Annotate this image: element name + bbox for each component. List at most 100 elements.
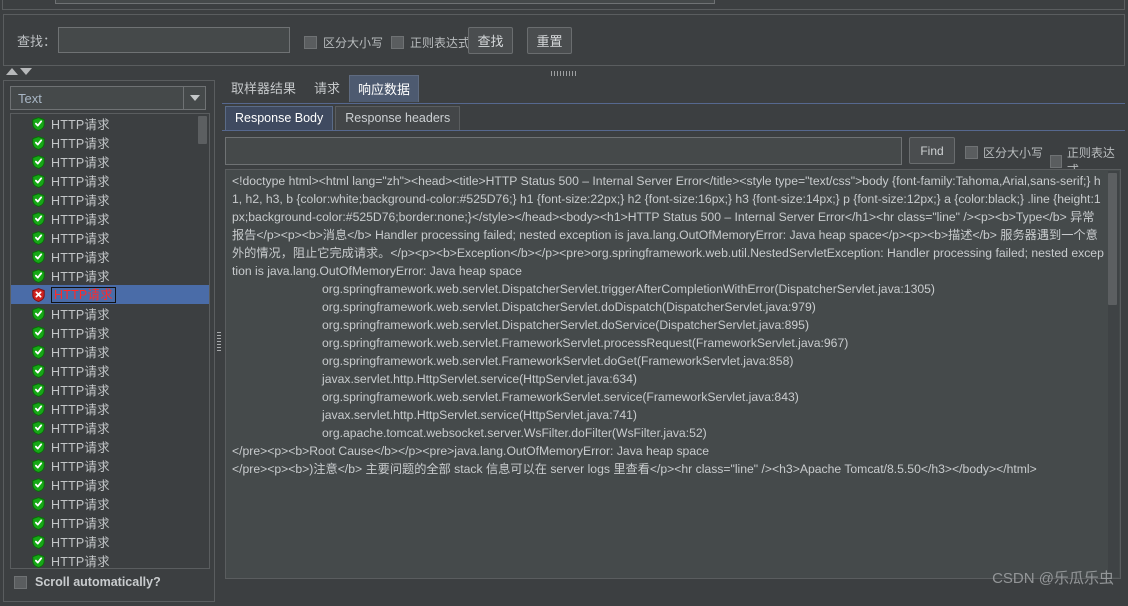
tree-row-label: HTTP请求 [51, 232, 110, 246]
checkbox-box-icon[interactable] [1050, 154, 1062, 168]
response-body-viewer[interactable]: <!doctype html><html lang="zh"><head><ti… [225, 169, 1121, 579]
tree-row-label: HTTP请求 [51, 270, 110, 284]
shield-success-icon [32, 211, 45, 226]
tree-row-label: HTTP请求 [51, 536, 110, 550]
splitter-collapse-arrows-2[interactable] [6, 68, 32, 75]
top-panel-input[interactable] [55, 0, 715, 4]
shield-success-icon [32, 534, 45, 549]
shield-success-icon [32, 325, 45, 340]
tree-row[interactable]: HTTP请求 [11, 513, 209, 532]
stack-trace-line: org.apache.tomcat.websocket.server.WsFil… [322, 426, 707, 440]
reset-button[interactable]: 重置 [527, 27, 572, 54]
tree-row-label: HTTP请求 [51, 365, 110, 379]
checkbox-box-icon[interactable] [391, 36, 404, 49]
tree-row-label: HTTP请求 [51, 251, 110, 265]
tree-row-selected[interactable]: HTTP请求 [11, 285, 209, 304]
find-button[interactable]: 查找 [468, 27, 513, 54]
tree-row-label: HTTP请求 [51, 118, 110, 132]
tree-row[interactable]: HTTP请求 [11, 304, 209, 323]
splitter-grip-icon[interactable] [551, 71, 577, 76]
sampler-detail-panel: 取样器结果 请求 响应数据 Response Body Response header… [222, 75, 1125, 602]
tree-row-label: HTTP请求 [51, 327, 110, 341]
tree-row[interactable]: HTTP请求 [11, 380, 209, 399]
tree-row[interactable]: HTTP请求 [11, 532, 209, 551]
top-partial-panel [0, 0, 1128, 12]
checkbox-box-icon[interactable] [14, 575, 27, 589]
shield-success-icon [32, 192, 45, 207]
tree-row-label: HTTP请求 [51, 194, 110, 208]
sampler-tab[interactable]: 请求 [305, 74, 349, 102]
shield-success-icon [32, 249, 45, 264]
tree-row[interactable]: HTTP请求 [11, 152, 209, 171]
case-sensitive-label: 区分大小写 [323, 36, 384, 50]
stack-trace-line: org.springframework.web.servlet.Dispatch… [322, 300, 816, 314]
splitter-bottom[interactable] [0, 66, 1128, 80]
tree-row[interactable]: HTTP请求 [11, 361, 209, 380]
tree-row[interactable]: HTTP请求 [11, 494, 209, 513]
case-sensitive-checkbox[interactable]: 区分大小写 [304, 34, 383, 51]
tree-row[interactable]: HTTP请求 [11, 190, 209, 209]
response-subtab[interactable]: Response headers [335, 106, 461, 130]
tree-row[interactable]: HTTP请求 [11, 551, 209, 569]
tree-row[interactable]: HTTP请求 [11, 418, 209, 437]
tree-row[interactable]: HTTP请求 [11, 114, 209, 133]
response-subtab[interactable]: Response Body [225, 106, 334, 130]
tree-row[interactable]: HTTP请求 [11, 456, 209, 475]
checkbox-box-icon[interactable] [304, 36, 317, 49]
tree-row[interactable]: HTTP请求 [11, 209, 209, 228]
tree-row[interactable]: HTTP请求 [11, 266, 209, 285]
render-type-combo[interactable]: Text [10, 86, 206, 110]
scroll-automatically-checkbox[interactable]: Scroll automatically? [14, 575, 161, 589]
stack-trace-line: org.springframework.web.servlet.Dispatch… [322, 318, 810, 332]
tree-row-label: HTTP请求 [51, 137, 110, 151]
tree-row-label: HTTP请求 [51, 346, 110, 360]
tree-scrollbar-thumb[interactable] [198, 116, 207, 144]
sampler-tab[interactable]: 取样器结果 [222, 74, 305, 102]
shield-success-icon [32, 420, 45, 435]
response-find-button[interactable]: Find [909, 137, 955, 164]
search-input[interactable] [58, 27, 290, 53]
tree-row-label: HTTP请求 [51, 213, 110, 227]
stack-trace-line: org.springframework.web.servlet.Framewor… [322, 336, 849, 350]
tree-row[interactable]: HTTP请求 [11, 342, 209, 361]
tree-row-label: HTTP请求 [51, 403, 110, 417]
tree-row[interactable]: HTTP请求 [11, 133, 209, 152]
tree-row-label: HTTP请求 [51, 555, 110, 569]
results-tree[interactable]: HTTP请求 HTTP请求 HTTP请求 HTTP请求 HTTP请求 HTTP请求 HTTP… [10, 113, 210, 569]
shield-success-icon [32, 439, 45, 454]
tree-row[interactable]: HTTP请求 [11, 323, 209, 342]
tree-row-label: HTTP请求 [51, 384, 110, 398]
checkbox-box-icon[interactable] [965, 146, 978, 159]
tree-row[interactable]: HTTP请求 [11, 228, 209, 247]
shield-success-icon [32, 401, 45, 416]
shield-error-icon [32, 287, 45, 302]
shield-success-icon [32, 173, 45, 188]
tree-row[interactable]: HTTP请求 [11, 475, 209, 494]
results-tree-panel: Text HTTP请求 HTTP请求 HTTP请求 HTTP请求 HTTP请求 HTTP请… [3, 80, 215, 602]
response-case-sensitive-checkbox[interactable]: 区分大小写 [965, 144, 1043, 161]
search-toolbar: 查找： 区分大小写 正则表达式 查找 重置 [3, 14, 1125, 66]
sampler-tabs: 取样器结果 请求 响应数据 [222, 75, 420, 102]
chevron-down-icon[interactable] [183, 87, 205, 109]
response-body-header: <!doctype html><html lang="zh"><head><ti… [232, 174, 1104, 278]
regex-checkbox[interactable]: 正则表达式 [391, 34, 470, 51]
response-find-input[interactable] [225, 137, 902, 165]
tree-row-label: HTTP请求 [51, 498, 110, 512]
tree-row[interactable]: HTTP请求 [11, 247, 209, 266]
shield-success-icon [32, 154, 45, 169]
tree-row[interactable]: HTTP请求 [11, 437, 209, 456]
shield-success-icon [32, 344, 45, 359]
vertical-splitter-grip-icon[interactable] [217, 330, 221, 352]
collapse-up-icon[interactable] [6, 68, 18, 75]
response-body-line: </pre><p><b>)注意</b> 主要问题的全部 stack 信息可以在 … [232, 462, 1037, 476]
tree-row[interactable]: HTTP请求 [11, 171, 209, 190]
tree-row-label: HTTP请求 [51, 175, 110, 189]
response-scrollbar-thumb[interactable] [1108, 173, 1117, 305]
response-scrollbar-track[interactable] [1108, 171, 1119, 577]
sampler-tab[interactable]: 响应数据 [349, 75, 420, 102]
collapse-down-icon[interactable] [20, 68, 32, 75]
tree-row-label: HTTP请求 [51, 479, 110, 493]
main-content: Text HTTP请求 HTTP请求 HTTP请求 HTTP请求 HTTP请求 HTTP请… [0, 75, 1128, 606]
tree-row[interactable]: HTTP请求 [11, 399, 209, 418]
stack-trace-line: javax.servlet.http.HttpServlet.service(H… [322, 408, 637, 422]
